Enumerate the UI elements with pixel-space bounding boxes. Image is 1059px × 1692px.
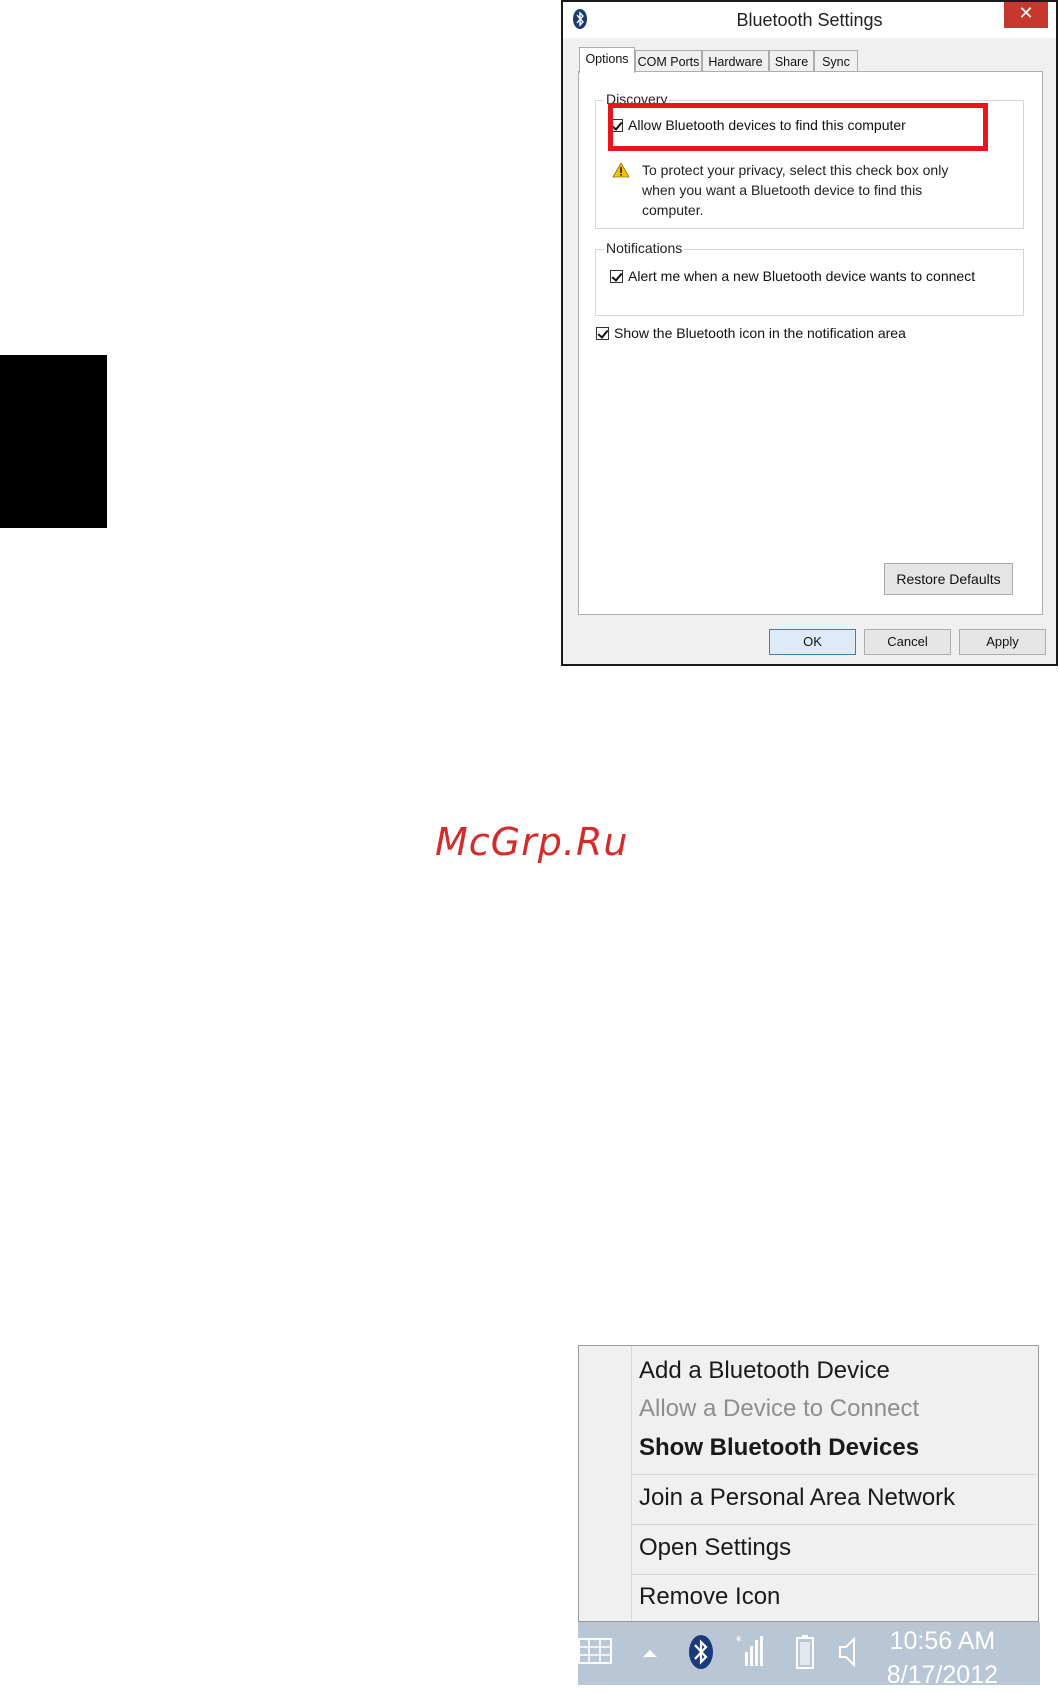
tab-com-ports[interactable]: COM Ports — [635, 50, 702, 72]
taskbar-clock[interactable]: 10:56 AM 8/17/2012 — [887, 1624, 998, 1692]
checkbox-checked[interactable] — [610, 269, 623, 283]
tab-options[interactable]: Options — [579, 47, 635, 73]
menu-item-allow-connect: Allow a Device to Connect — [639, 1395, 920, 1422]
warning-icon — [612, 162, 630, 178]
menu-separator — [631, 1524, 1036, 1525]
watermark-text: McGrp.Ru — [435, 820, 629, 864]
ok-button[interactable]: OK — [769, 629, 856, 655]
menu-item-open-settings[interactable]: Open Settings — [639, 1534, 791, 1562]
svg-text:*: * — [735, 1634, 742, 1650]
show-icon-checkbox[interactable]: Show the Bluetooth icon in the notificat… — [596, 325, 906, 341]
bluetooth-settings-dialog: Bluetooth Settings ✕ Options COM Ports H… — [561, 0, 1058, 666]
alert-new-device-checkbox[interactable]: Alert me when a new Bluetooth device wan… — [610, 268, 975, 284]
speaker-volume-icon[interactable] — [838, 1636, 858, 1668]
show-hidden-icons-chevron-up-icon[interactable] — [641, 1647, 659, 1659]
cancel-button[interactable]: Cancel — [864, 629, 951, 655]
menu-separator — [631, 1574, 1036, 1575]
menu-item-show-devices[interactable]: Show Bluetooth Devices — [639, 1434, 919, 1462]
battery-icon[interactable] — [795, 1634, 815, 1670]
notifications-group-label: Notifications — [604, 240, 685, 256]
tab-sync[interactable]: Sync — [814, 50, 858, 72]
privacy-warning: To protect your privacy, select this che… — [612, 160, 972, 220]
restore-defaults-button[interactable]: Restore Defaults — [884, 563, 1013, 595]
tab-share[interactable]: Share — [769, 50, 814, 72]
warning-text: To protect your privacy, select this che… — [642, 162, 949, 218]
clock-time: 10:56 AM — [889, 1627, 996, 1655]
bluetooth-tray-icon[interactable] — [688, 1634, 714, 1670]
menu-item-remove-icon[interactable]: Remove Icon — [639, 1583, 780, 1611]
apply-button[interactable]: Apply — [959, 629, 1046, 655]
options-panel: Discovery Allow Bluetooth devices to fin… — [578, 71, 1043, 615]
checkbox-checked[interactable] — [596, 326, 609, 340]
menu-icon-gutter — [631, 1346, 632, 1621]
highlight-annotation — [608, 103, 988, 151]
title-bar: Bluetooth Settings ✕ — [563, 2, 1056, 38]
alert-new-device-label: Alert me when a new Bluetooth device wan… — [628, 268, 976, 284]
keyboard-icon[interactable] — [578, 1638, 614, 1666]
menu-separator — [631, 1474, 1036, 1475]
taskbar: * 10:56 AM 8/17/2012 — [578, 1622, 1040, 1689]
show-icon-label: Show the Bluetooth icon in the notificat… — [614, 325, 906, 341]
clock-date: 8/17/2012 — [886, 1661, 998, 1689]
dialog-title: Bluetooth Settings — [736, 10, 883, 30]
tab-hardware[interactable]: Hardware — [702, 50, 769, 72]
close-button[interactable]: ✕ — [1004, 2, 1048, 28]
network-signal-icon[interactable]: * — [735, 1634, 765, 1668]
side-section-tab — [0, 355, 107, 528]
menu-item-join-pan[interactable]: Join a Personal Area Network — [639, 1484, 955, 1512]
menu-item-add-device[interactable]: Add a Bluetooth Device — [639, 1357, 890, 1385]
bluetooth-context-menu: Add a Bluetooth Device Allow a Device to… — [578, 1345, 1039, 1622]
